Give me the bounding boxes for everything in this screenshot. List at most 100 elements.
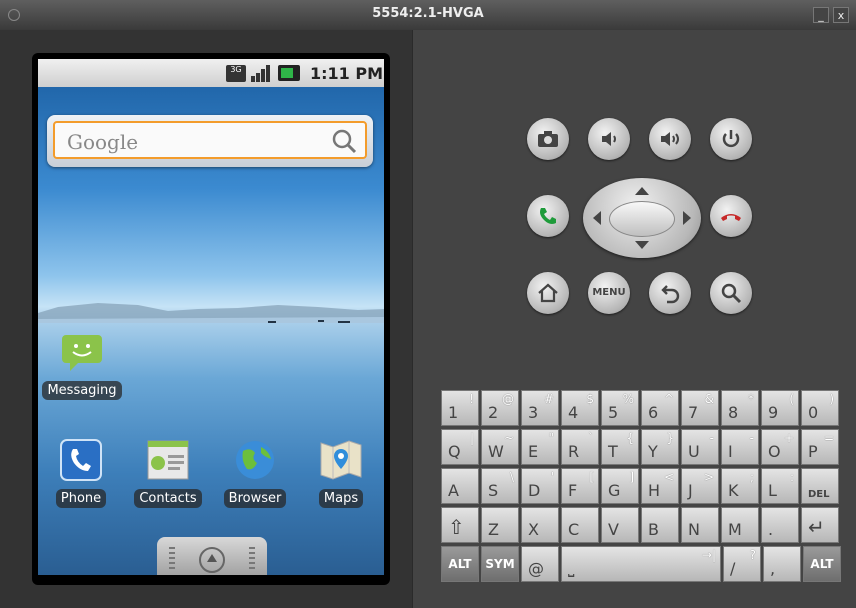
key-row5-2[interactable]: @ [521, 546, 559, 582]
key-label: , [770, 559, 776, 578]
key-row4-7[interactable]: M [721, 507, 759, 543]
key-row2-5[interactable]: Y} [641, 429, 679, 465]
key-row4-6[interactable]: N [681, 507, 719, 543]
key-label: ⎵ [568, 558, 575, 577]
home-button[interactable] [527, 272, 569, 314]
key-row3-6[interactable]: J > [681, 468, 719, 504]
dpad-left-icon[interactable] [593, 211, 601, 225]
close-button[interactable]: x [833, 7, 849, 23]
app-drawer-icon[interactable] [199, 547, 225, 573]
end-call-icon [721, 214, 741, 221]
key-row4-4[interactable]: V [601, 507, 639, 543]
key-row5-1[interactable]: SYM [481, 546, 519, 582]
key-label: 1 [448, 403, 459, 422]
key-row2-2[interactable]: E " [521, 429, 559, 465]
search-input[interactable]: Google [53, 121, 367, 159]
key-row3-4[interactable]: G] [601, 468, 639, 504]
key-label: F [568, 481, 578, 500]
app-contacts[interactable]: Contacts [130, 439, 206, 508]
key-label: 7 [688, 403, 699, 422]
key-row5-4[interactable]: /? [723, 546, 761, 582]
key-row4-2[interactable]: X [521, 507, 559, 543]
key-row2-4[interactable]: T{ [601, 429, 639, 465]
app-messaging[interactable]: Messaging [42, 329, 122, 400]
key-row3-5[interactable]: H < [641, 468, 679, 504]
key-row2-1[interactable]: W ~ [481, 429, 519, 465]
key-row4-0[interactable]: ⇧ [441, 507, 479, 543]
dpad-up-icon[interactable] [635, 187, 649, 195]
key-row3-8[interactable]: L: [761, 468, 799, 504]
google-search-widget[interactable]: Google [47, 115, 373, 167]
key-alt-label: ! [469, 392, 474, 406]
home-icon [538, 283, 558, 303]
power-icon [722, 130, 740, 148]
key-row1-5[interactable]: 6 ^ [641, 390, 679, 426]
key-row1-6[interactable]: 7 & [681, 390, 719, 426]
key-row5-0[interactable]: ALT [441, 546, 479, 582]
end-call-button[interactable] [710, 195, 752, 237]
key-row4-1[interactable]: Z [481, 507, 519, 543]
key-row1-8[interactable]: 9( [761, 390, 799, 426]
browser-globe-icon [236, 441, 274, 479]
key-row2-8[interactable]: O + [761, 429, 799, 465]
key-row4-5[interactable]: B [641, 507, 679, 543]
call-button[interactable] [527, 195, 569, 237]
key-label: K [728, 481, 739, 500]
key-row1-7[interactable]: 8 * [721, 390, 759, 426]
status-bar[interactable]: 3G 1:11 PM [38, 59, 384, 87]
key-label: R [568, 442, 580, 461]
key-row5-3[interactable]: ⎵ →| [561, 546, 721, 582]
search-button[interactable] [710, 272, 752, 314]
key-row3-3[interactable]: F[ [561, 468, 599, 504]
app-drawer-tray[interactable] [157, 537, 267, 575]
minimize-button[interactable]: _ [813, 7, 829, 23]
key-row1-9[interactable]: 0) [801, 390, 839, 426]
volume-down-button[interactable] [588, 118, 630, 160]
key-row1-0[interactable]: 1! [441, 390, 479, 426]
key-row5-5[interactable]: , [763, 546, 801, 582]
dpad-down-icon[interactable] [635, 241, 649, 249]
key-label: U [688, 442, 700, 461]
key-row3-2[interactable]: D ' [521, 468, 559, 504]
key-label: G [608, 481, 621, 500]
back-button[interactable] [649, 272, 691, 314]
key-row1-1[interactable]: 2 @ [481, 390, 519, 426]
key-alt-label: @ [502, 392, 514, 406]
dpad-right-icon[interactable] [683, 211, 691, 225]
key-row2-6[interactable]: U- [681, 429, 719, 465]
camera-button[interactable] [527, 118, 569, 160]
app-phone[interactable]: Phone [48, 439, 114, 508]
key-row2-7[interactable]: I- [721, 429, 759, 465]
key-row1-3[interactable]: 4 $ [561, 390, 599, 426]
key-row2-3[interactable]: R ` [561, 429, 599, 465]
key-row4-9[interactable]: ↵ [801, 507, 839, 543]
dpad[interactable] [583, 178, 701, 258]
key-row3-1[interactable]: S \ [481, 468, 519, 504]
dpad-center-button[interactable] [609, 201, 675, 237]
key-alt-label: ~ [503, 431, 514, 445]
app-maps[interactable]: Maps [308, 439, 374, 508]
search-icon[interactable] [331, 128, 357, 154]
key-row5-6[interactable]: ALT [803, 546, 841, 582]
volume-up-button[interactable] [649, 118, 691, 160]
phone-frame: 3G 1:11 PM Google Messaging Phone Contac… [32, 53, 390, 585]
key-label: W [488, 442, 504, 461]
messaging-icon [62, 335, 102, 371]
key-row3-7[interactable]: K; [721, 468, 759, 504]
menu-button[interactable]: MENU [588, 272, 630, 314]
key-row4-8[interactable]: . [761, 507, 799, 543]
home-screen[interactable]: 3G 1:11 PM Google Messaging Phone Contac… [38, 59, 384, 575]
key-row3-0[interactable]: A [441, 468, 479, 504]
key-row1-4[interactable]: 5% [601, 390, 639, 426]
keyboard-row4: ⇧ Z X C V B N M. ↵ [441, 507, 843, 545]
key-alt-label: < [663, 470, 674, 484]
key-row2-9[interactable]: P = [801, 429, 839, 465]
app-browser[interactable]: Browser [216, 439, 294, 508]
key-row4-3[interactable]: C [561, 507, 599, 543]
key-row3-9[interactable]: DEL [801, 468, 839, 504]
power-button[interactable] [710, 118, 752, 160]
key-label: O [768, 442, 781, 461]
status-time: 1:11 PM [310, 64, 384, 83]
key-row2-0[interactable]: Q | [441, 429, 479, 465]
key-row1-2[interactable]: 3 # [521, 390, 559, 426]
